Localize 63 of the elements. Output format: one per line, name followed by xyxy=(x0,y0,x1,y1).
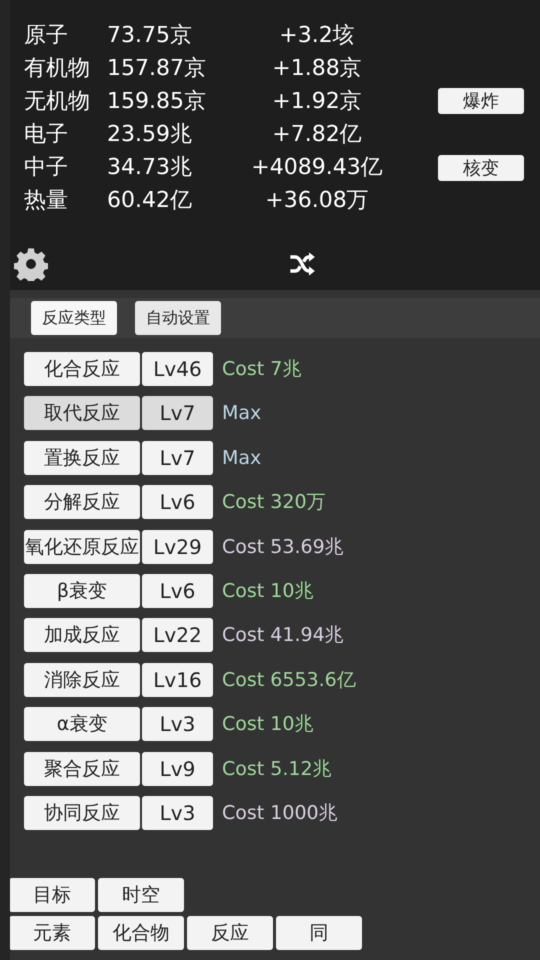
resource-amount: 60.42亿 xyxy=(107,186,193,214)
cost-label: Cost 53.69兆 xyxy=(222,534,344,560)
reaction-button[interactable]: α衰变 xyxy=(24,707,140,742)
cost-label: Cost 1000兆 xyxy=(222,800,338,826)
reaction-button[interactable]: 协同反应 xyxy=(24,796,140,830)
level-button[interactable]: Lv46 xyxy=(142,352,213,386)
nav-button[interactable]: 同 xyxy=(276,916,362,950)
level-button[interactable]: Lv16 xyxy=(142,662,213,697)
cost-label: Cost 5.12兆 xyxy=(222,756,332,782)
resource-amount: 157.87京 xyxy=(107,54,207,82)
reaction-button[interactable]: 聚合反应 xyxy=(24,752,140,786)
resource-name: 中子 xyxy=(24,154,69,182)
cost-label: Cost 10兆 xyxy=(222,578,314,604)
cost-label: Cost 41.94兆 xyxy=(222,623,344,648)
resource-rate: +36.08万 xyxy=(264,186,370,214)
reaction-button[interactable]: 分解反应 xyxy=(24,485,140,520)
level-button[interactable]: Lv7 xyxy=(142,396,213,430)
cost-label: Cost 6553.6亿 xyxy=(222,668,356,693)
shuffle-icon[interactable] xyxy=(288,250,316,278)
action-button[interactable]: 爆炸 xyxy=(438,88,524,114)
cost-label: Cost 7兆 xyxy=(222,357,302,382)
action-button[interactable]: 核变 xyxy=(438,155,524,181)
cost-label: Cost 10兆 xyxy=(222,712,314,738)
resource-name: 热量 xyxy=(24,186,69,214)
resource-rate: +1.92京 xyxy=(271,88,363,116)
nav-button[interactable]: 化合物 xyxy=(98,916,184,950)
resource-amount: 23.59兆 xyxy=(107,120,193,148)
tab[interactable]: 反应类型 xyxy=(31,301,117,335)
resource-rate: +7.82亿 xyxy=(271,120,363,148)
level-button[interactable]: Lv3 xyxy=(142,707,213,742)
level-button[interactable]: Lv9 xyxy=(142,752,213,786)
resource-amount: 73.75京 xyxy=(107,22,193,50)
settings-icon[interactable] xyxy=(14,247,48,281)
level-button[interactable]: Lv6 xyxy=(142,485,213,520)
nav-button[interactable]: 反应 xyxy=(187,916,273,950)
level-button[interactable]: Lv29 xyxy=(142,530,213,564)
reaction-button[interactable]: 化合反应 xyxy=(24,352,140,386)
level-button[interactable]: Lv6 xyxy=(142,574,213,608)
resource-amount: 34.73兆 xyxy=(107,154,193,182)
resource-name: 原子 xyxy=(24,22,69,50)
nav-button[interactable]: 目标 xyxy=(10,878,95,912)
resource-name: 有机物 xyxy=(24,54,91,82)
cost-label: Max xyxy=(222,446,262,469)
reaction-button[interactable]: 氧化还原反应 xyxy=(24,530,140,564)
resource-amount: 159.85京 xyxy=(107,88,207,116)
resource-rate: +1.88京 xyxy=(271,54,363,82)
reaction-button[interactable]: 置换反应 xyxy=(24,440,140,475)
reaction-button[interactable]: β衰变 xyxy=(24,574,140,608)
cost-label: Cost 320万 xyxy=(222,490,326,516)
cost-label: Max xyxy=(222,402,262,424)
reaction-button[interactable]: 消除反应 xyxy=(24,662,140,697)
resource-rate: +4089.43亿 xyxy=(250,154,384,182)
level-button[interactable]: Lv3 xyxy=(142,796,213,830)
nav-button[interactable]: 时空 xyxy=(98,878,184,912)
resource-name: 无机物 xyxy=(24,88,91,116)
reaction-button[interactable]: 取代反应 xyxy=(24,396,140,430)
resource-rate: +3.2垓 xyxy=(278,22,356,50)
level-button[interactable]: Lv22 xyxy=(142,618,213,652)
tab[interactable]: 自动设置 xyxy=(135,301,221,335)
nav-button[interactable]: 元素 xyxy=(10,916,95,950)
resource-name: 电子 xyxy=(24,120,69,148)
level-button[interactable]: Lv7 xyxy=(142,440,213,475)
reaction-button[interactable]: 加成反应 xyxy=(24,618,140,652)
